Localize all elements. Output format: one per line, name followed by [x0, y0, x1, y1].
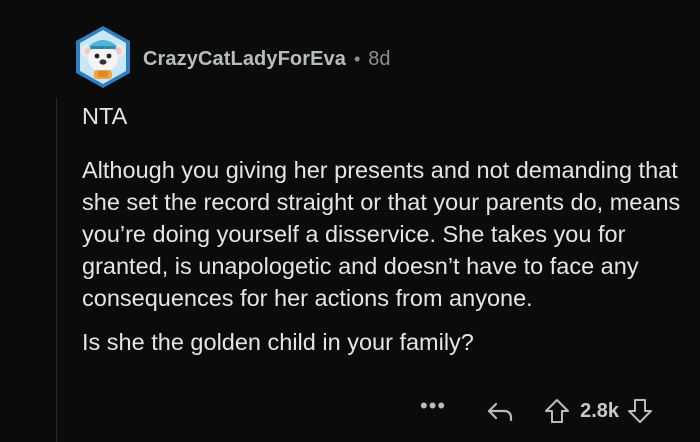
- thread-line[interactable]: [56, 98, 57, 442]
- koala-avatar-icon[interactable]: [70, 24, 136, 90]
- vote-score: 2.8k: [580, 399, 620, 422]
- upvote-arrow-icon[interactable]: [544, 397, 570, 425]
- comment-paragraph: Although you giving her presents and not…: [82, 157, 681, 311]
- comment-age: 8d: [368, 47, 391, 70]
- downvote-arrow-icon[interactable]: [627, 397, 653, 425]
- comment-body: NTA Although you giving her presents and…: [82, 100, 682, 358]
- comment-paragraph: Is she the golden child in your family?: [82, 329, 474, 355]
- author-username[interactable]: CrazyCatLadyForEva: [143, 48, 346, 71]
- more-options-icon[interactable]: •••: [420, 393, 446, 419]
- comment-card: CrazyCatLadyForEva • 8d NTA Although you…: [0, 0, 700, 442]
- reply-arrow-icon[interactable]: [486, 399, 514, 423]
- comment-paragraph: NTA: [82, 103, 128, 129]
- comment-action-bar: ••• 2.8k: [420, 393, 653, 427]
- comment-header: CrazyCatLadyForEva • 8d: [143, 46, 391, 72]
- meta-separator: •: [353, 48, 361, 69]
